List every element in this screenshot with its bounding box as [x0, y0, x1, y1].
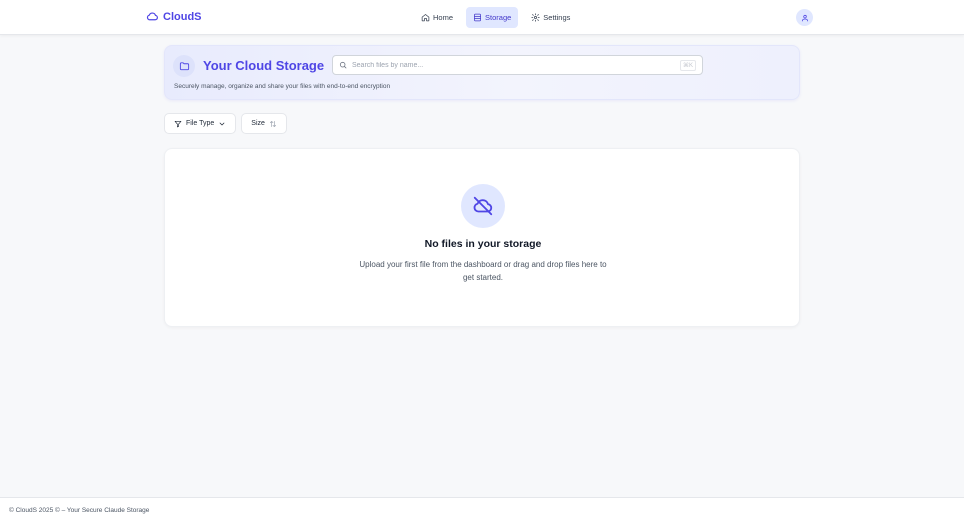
file-type-filter-label: File Type	[186, 120, 215, 127]
brand-name: CloudS	[163, 10, 202, 23]
empty-state-text: Upload your first file from the dashboar…	[359, 260, 607, 282]
folder-icon	[179, 61, 189, 70]
size-sort-label: Size	[251, 120, 265, 127]
footer-copyright: © CloudS 2025 © – Your Secure Claude Sto…	[9, 507, 150, 514]
user-avatar[interactable]	[796, 9, 813, 26]
database-icon	[474, 13, 481, 22]
filter-icon	[174, 120, 182, 127]
filter-toolbar: File Type Size	[164, 113, 287, 134]
nav-settings-label: Settings	[543, 13, 571, 22]
gear-icon	[531, 13, 540, 22]
nav-settings[interactable]: Settings	[524, 7, 577, 28]
search-box[interactable]: ⌘K	[332, 55, 703, 75]
folder-icon-badge	[173, 55, 195, 77]
nav-home-label: Home	[433, 13, 454, 22]
main-nav: Home Storage Settings	[414, 7, 577, 28]
search-icon	[339, 61, 347, 69]
empty-state-icon-badge	[461, 184, 505, 228]
page-title: Your Cloud Storage	[203, 58, 325, 73]
size-sort-button[interactable]: Size	[241, 113, 287, 134]
page-footer: © CloudS 2025 © – Your Secure Claude Sto…	[0, 497, 964, 522]
cloud-off-icon	[473, 196, 493, 216]
brand-logo[interactable]: CloudS	[146, 10, 202, 23]
home-icon	[421, 14, 430, 22]
file-type-filter-button[interactable]: File Type	[164, 113, 237, 134]
storage-hero-banner: Your Cloud Storage ⌘K Securely manage, o…	[164, 45, 800, 100]
page-subtitle: Securely manage, organize and share your…	[174, 83, 391, 90]
nav-storage[interactable]: Storage	[466, 7, 519, 28]
user-icon	[801, 14, 808, 21]
top-navigation-bar: CloudS Home Storage Settings	[0, 0, 964, 35]
sort-arrows-icon	[269, 120, 276, 127]
nav-home[interactable]: Home	[414, 7, 460, 28]
search-shortcut-hint: ⌘K	[679, 60, 696, 71]
empty-state-card: No files in your storage Upload your fir…	[164, 148, 800, 327]
search-input[interactable]	[352, 61, 672, 69]
cloud-icon	[146, 12, 158, 21]
nav-storage-label: Storage	[485, 13, 512, 22]
chevron-down-icon	[219, 122, 225, 125]
empty-state-title: No files in your storage	[424, 238, 542, 250]
